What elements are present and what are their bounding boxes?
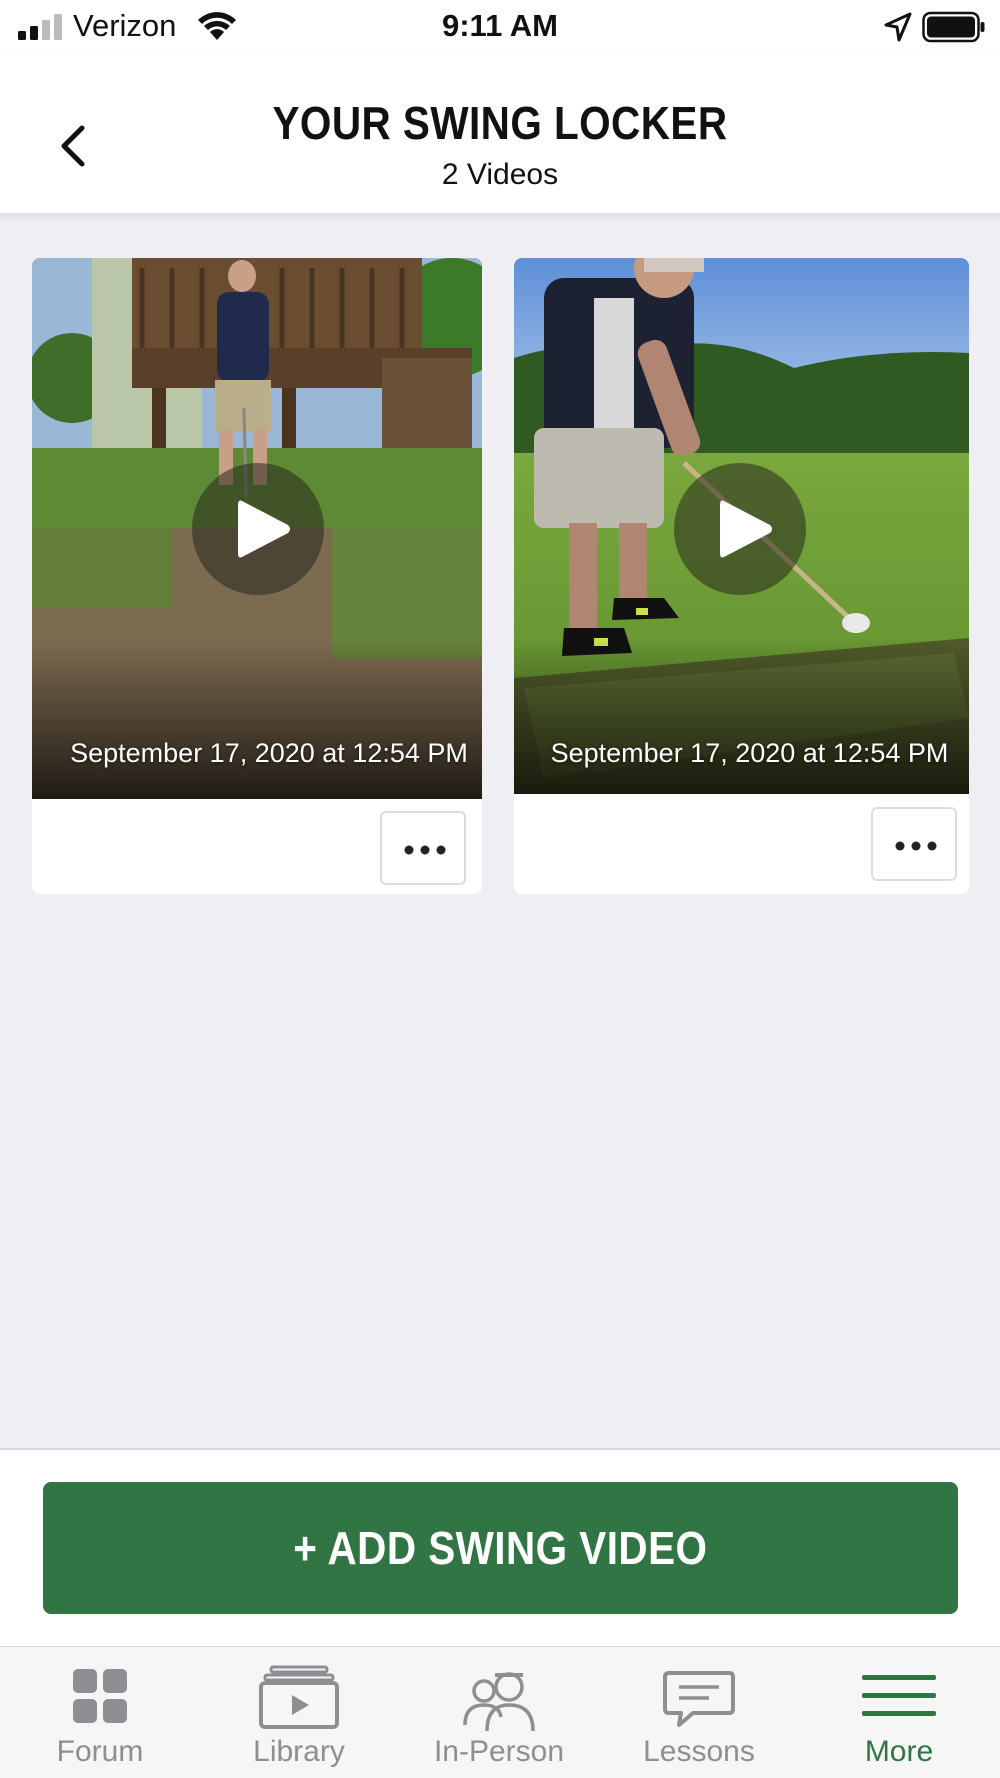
tab-forum[interactable]: Forum bbox=[0, 1647, 200, 1778]
tab-in-person[interactable]: In-Person bbox=[399, 1647, 599, 1778]
tab-label: Lessons bbox=[643, 1735, 755, 1768]
video-library-icon bbox=[259, 1665, 339, 1729]
tab-label: Library bbox=[253, 1735, 345, 1768]
tab-more[interactable]: More bbox=[799, 1647, 999, 1778]
more-options-button[interactable] bbox=[871, 807, 957, 881]
video-date: September 17, 2020 at 12:54 PM bbox=[70, 738, 468, 768]
status-time: 9:11 AM bbox=[441, 8, 558, 43]
play-icon bbox=[720, 500, 772, 558]
add-swing-video-label: + ADD SWING VIDEO bbox=[293, 1522, 708, 1574]
ellipsis-icon bbox=[895, 841, 937, 851]
video-card: September 17, 2020 at 12:54 PM bbox=[32, 258, 482, 894]
menu-icon bbox=[862, 1675, 936, 1716]
tab-lessons[interactable]: Lessons bbox=[599, 1647, 799, 1778]
nav-header: YOUR SWING LOCKER 2 Videos bbox=[0, 56, 1000, 214]
status-bar: Verizon 9:11 AM bbox=[0, 0, 1000, 56]
play-button[interactable] bbox=[192, 463, 324, 595]
video-thumbnail[interactable]: September 17, 2020 at 12:54 PM bbox=[32, 258, 482, 799]
page-title: YOUR SWING LOCKER bbox=[272, 97, 728, 149]
swing-locker-screen: Verizon 9:11 AM YOUR SWING LOCKER 2 Vide… bbox=[0, 0, 1000, 1778]
more-options-button[interactable] bbox=[380, 811, 466, 885]
tab-library[interactable]: Library bbox=[199, 1647, 399, 1778]
video-card: September 17, 2020 at 12:54 PM bbox=[514, 258, 969, 894]
play-icon bbox=[238, 500, 290, 558]
video-count: 2 Videos bbox=[441, 158, 559, 191]
tab-label: More bbox=[864, 1735, 934, 1768]
tab-label: Forum bbox=[56, 1735, 144, 1768]
tab-label: In-Person bbox=[433, 1735, 565, 1768]
location-arrow-icon bbox=[884, 12, 912, 42]
video-thumbnail[interactable]: September 17, 2020 at 12:54 PM bbox=[514, 258, 969, 794]
add-swing-video-button[interactable]: + ADD SWING VIDEO bbox=[43, 1482, 958, 1614]
video-date: September 17, 2020 at 12:54 PM bbox=[550, 738, 949, 768]
add-video-area: + ADD SWING VIDEO bbox=[0, 1448, 1000, 1648]
grid-icon bbox=[73, 1669, 127, 1723]
ellipsis-icon bbox=[404, 845, 446, 855]
play-button[interactable] bbox=[674, 463, 806, 595]
tab-bar: Forum Library In-Person Lessons More bbox=[0, 1646, 1000, 1778]
battery-icon bbox=[922, 11, 985, 43]
chat-bubble-icon bbox=[663, 1671, 735, 1727]
people-icon bbox=[463, 1672, 535, 1732]
